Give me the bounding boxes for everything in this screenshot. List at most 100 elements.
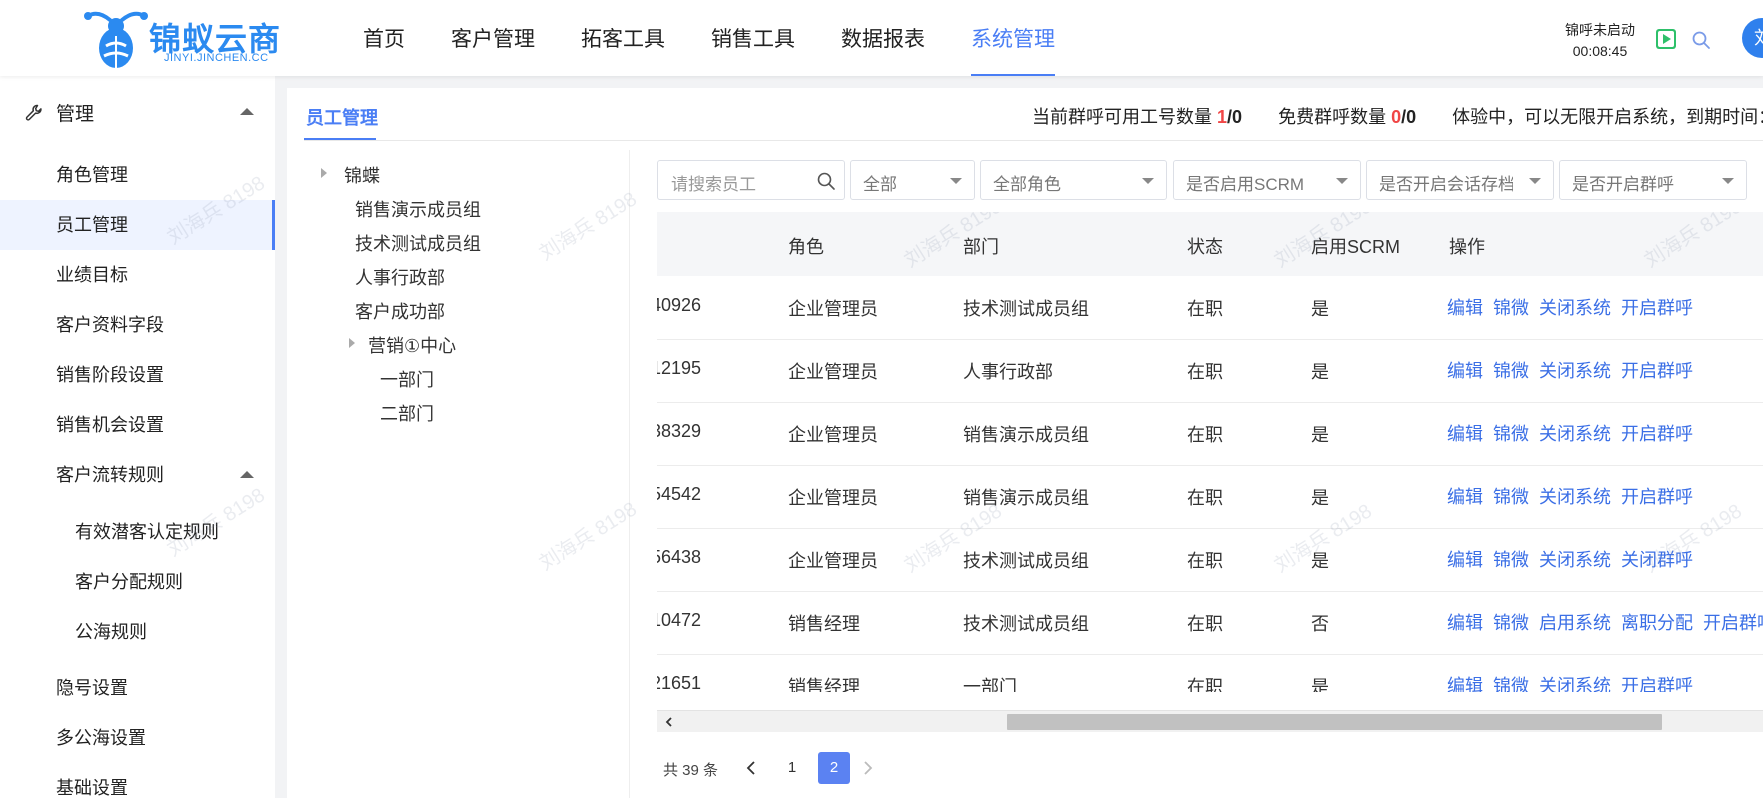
sidebar-item-label: 销售阶段设置 <box>56 365 164 385</box>
column-header-department: 部门 <box>963 237 999 257</box>
sidebar-item-sales-stage[interactable]: 销售阶段设置 <box>0 350 275 400</box>
cell-scrm: 是 <box>1311 362 1329 382</box>
jinwei-link[interactable]: 锦微 <box>1493 676 1529 692</box>
jinwei-link[interactable]: 锦微 <box>1493 361 1529 381</box>
edit-link[interactable]: 编辑 <box>1447 487 1483 507</box>
cell-scrm: 是 <box>1311 488 1329 508</box>
row-actions: 编辑锦微启用系统离职分配开启群呼 <box>1447 609 1763 635</box>
nav-data-reports[interactable]: 数据报表 <box>818 0 948 76</box>
sidebar-item-staff-management[interactable]: 员工管理 <box>0 200 275 250</box>
sidebar-group-management[interactable]: 管理 <box>0 94 275 130</box>
group-call-label: 当前群呼可用工号数量 <box>1032 107 1212 127</box>
tree-node-root[interactable]: 锦蝶 <box>344 162 380 188</box>
row-actions: 编辑 锦微 关闭系统 开启群呼 <box>1447 483 1703 509</box>
caret-right-icon[interactable] <box>321 168 327 178</box>
chevron-left-icon[interactable] <box>663 716 675 728</box>
sidebar-item-customer-assignment-rules[interactable]: 客户分配规则 <box>0 557 275 607</box>
cell-department: 技术测试成员组 <box>963 551 1089 571</box>
cell-status: 在职 <box>1187 551 1223 571</box>
row-actions: 编辑 锦微 关闭系统 开启群呼 <box>1447 420 1703 446</box>
toggle-system-link[interactable]: 关闭系统 <box>1539 361 1611 381</box>
jinwei-link[interactable]: 锦微 <box>1493 550 1529 570</box>
table-row: 12195 企业管理员 人事行政部 在职 是 编辑锦微关闭系统开启群呼 <box>657 339 1763 403</box>
toggle-group-call-link[interactable]: 开启群呼 <box>1703 613 1763 633</box>
toggle-group-call-link[interactable]: 开启群呼 <box>1621 487 1693 507</box>
staff-search-input[interactable]: 请搜索员工 <box>657 160 845 200</box>
search-icon[interactable] <box>1691 30 1711 50</box>
toggle-system-link[interactable]: 关闭系统 <box>1539 487 1611 507</box>
caret-right-icon[interactable] <box>349 338 355 348</box>
nav-home[interactable]: 首页 <box>340 0 428 76</box>
edit-link[interactable]: 编辑 <box>1447 361 1483 381</box>
edit-link[interactable]: 编辑 <box>1447 613 1483 633</box>
chevron-down-icon <box>1722 178 1734 184</box>
jinwei-link[interactable]: 锦微 <box>1493 298 1529 318</box>
chevron-right-icon[interactable] <box>858 758 878 778</box>
brand-logo[interactable]: 锦蚁云商 JINYI.JINCHEN.CC <box>80 6 290 70</box>
cell-role: 企业管理员 <box>788 362 878 382</box>
row-actions: 编辑 锦微 关闭系统 开启群呼 <box>1447 294 1703 320</box>
edit-link[interactable]: 编辑 <box>1447 676 1483 692</box>
sidebar-item-valid-prospect-rules[interactable]: 有效潜客认定规则 <box>0 507 275 557</box>
jinwei-link[interactable]: 锦微 <box>1493 487 1529 507</box>
role-select-value: 全部角色 <box>993 175 1061 194</box>
toggle-system-link[interactable]: 启用系统 <box>1539 613 1611 633</box>
page-2-button[interactable]: 2 <box>818 752 850 784</box>
edit-link[interactable]: 编辑 <box>1447 424 1483 444</box>
session-archive-select[interactable]: 是否开启会话存档 <box>1366 160 1554 200</box>
call-status-text: 锦呼未启动 <box>1565 22 1635 38</box>
free-call-label: 免费群呼数量 <box>1278 107 1387 127</box>
page-1-button[interactable]: 1 <box>776 752 808 784</box>
toggle-group-call-link[interactable]: 开启群呼 <box>1621 361 1693 381</box>
nav-system-management[interactable]: 系统管理 <box>948 0 1078 76</box>
toggle-system-link[interactable]: 关闭系统 <box>1539 676 1611 692</box>
group-call-select[interactable]: 是否开启群呼 <box>1559 160 1747 200</box>
status-select[interactable]: 全部 <box>850 160 975 200</box>
sidebar-item-role-management[interactable]: 角色管理 <box>0 150 275 200</box>
sidebar-item-sales-opportunity[interactable]: 销售机会设置 <box>0 400 275 450</box>
table-row: 38329 企业管理员 销售演示成员组 在职 是 编辑锦微关闭系统开启群呼 <box>657 402 1763 466</box>
cell-role: 销售经理 <box>788 614 860 634</box>
table-horizontal-scrollbar[interactable] <box>657 710 1763 732</box>
tree-node[interactable]: 营销①中心 <box>368 332 456 358</box>
play-icon[interactable] <box>1656 29 1676 49</box>
tree-node[interactable]: 一部门 <box>380 366 434 392</box>
resignation-assign-link[interactable]: 离职分配 <box>1621 613 1693 633</box>
tree-node[interactable]: 客户成功部 <box>355 298 445 324</box>
toggle-system-link[interactable]: 关闭系统 <box>1539 424 1611 444</box>
scrollbar-thumb[interactable] <box>1007 714 1662 730</box>
edit-link[interactable]: 编辑 <box>1447 298 1483 318</box>
role-select[interactable]: 全部角色 <box>980 160 1167 200</box>
scrm-select[interactable]: 是否启用SCRM <box>1173 160 1361 200</box>
sidebar-item-basic-settings[interactable]: 基础设置 <box>0 763 275 798</box>
nav-prospecting-tools[interactable]: 拓客工具 <box>558 0 688 76</box>
table-row: 56438 企业管理员 技术测试成员组 在职 是 编辑锦微关闭系统关闭群呼 <box>657 528 1763 592</box>
tree-node[interactable]: 人事行政部 <box>355 264 445 290</box>
jinwei-link[interactable]: 锦微 <box>1493 424 1529 444</box>
toggle-group-call-link[interactable]: 关闭群呼 <box>1621 550 1693 570</box>
toggle-group-call-link[interactable]: 开启群呼 <box>1621 424 1693 444</box>
chevron-left-icon[interactable] <box>741 758 761 778</box>
sidebar-item-public-sea-rules[interactable]: 公海规则 <box>0 607 275 657</box>
sidebar-item-performance-target[interactable]: 业绩目标 <box>0 250 275 300</box>
user-avatar[interactable]: 刘 <box>1742 18 1763 58</box>
toggle-group-call-link[interactable]: 开启群呼 <box>1621 676 1693 692</box>
sidebar-item-multi-public-sea[interactable]: 多公海设置 <box>0 713 275 763</box>
tab-staff-management[interactable]: 员工管理 <box>306 104 378 130</box>
tree-node[interactable]: 销售演示成员组 <box>355 196 481 222</box>
group-call-total: /0 <box>1227 107 1243 127</box>
group-call-used: 1 <box>1217 107 1228 127</box>
tree-node[interactable]: 技术测试成员组 <box>355 230 481 256</box>
sidebar-item-customer-fields[interactable]: 客户资料字段 <box>0 300 275 350</box>
jinwei-link[interactable]: 锦微 <box>1493 613 1529 633</box>
nav-customer-management[interactable]: 客户管理 <box>428 0 558 76</box>
toggle-group-call-link[interactable]: 开启群呼 <box>1621 298 1693 318</box>
toggle-system-link[interactable]: 关闭系统 <box>1539 298 1611 318</box>
search-icon[interactable] <box>816 171 836 191</box>
sidebar-item-hidden-number[interactable]: 隐号设置 <box>0 663 275 713</box>
edit-link[interactable]: 编辑 <box>1447 550 1483 570</box>
nav-sales-tools[interactable]: 销售工具 <box>688 0 818 76</box>
toggle-system-link[interactable]: 关闭系统 <box>1539 550 1611 570</box>
sidebar-item-customer-flow-rules[interactable]: 客户流转规则 <box>0 450 275 500</box>
tree-node[interactable]: 二部门 <box>380 400 434 426</box>
